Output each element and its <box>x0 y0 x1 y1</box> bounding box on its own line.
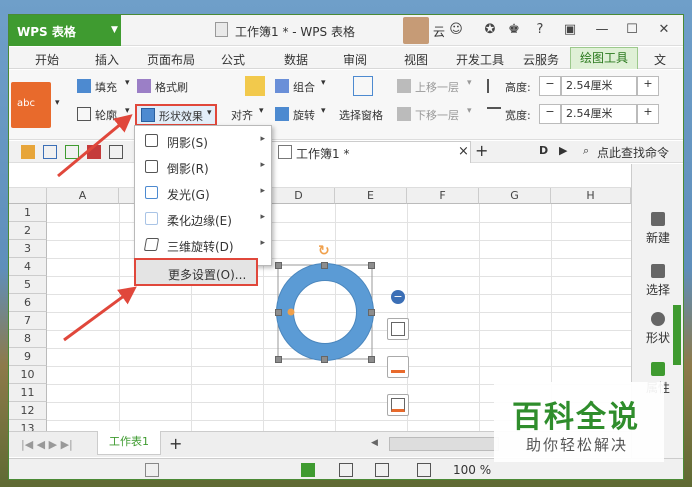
arrow-to-more-settings <box>63 286 137 342</box>
watermark-subtitle: 助你轻松解决 <box>526 436 629 454</box>
arrow-to-shape-effect <box>57 114 133 178</box>
watermark-logo: 百科全说 助你轻松解决 <box>494 382 664 462</box>
watermark-title: 百科全说 <box>512 400 640 435</box>
